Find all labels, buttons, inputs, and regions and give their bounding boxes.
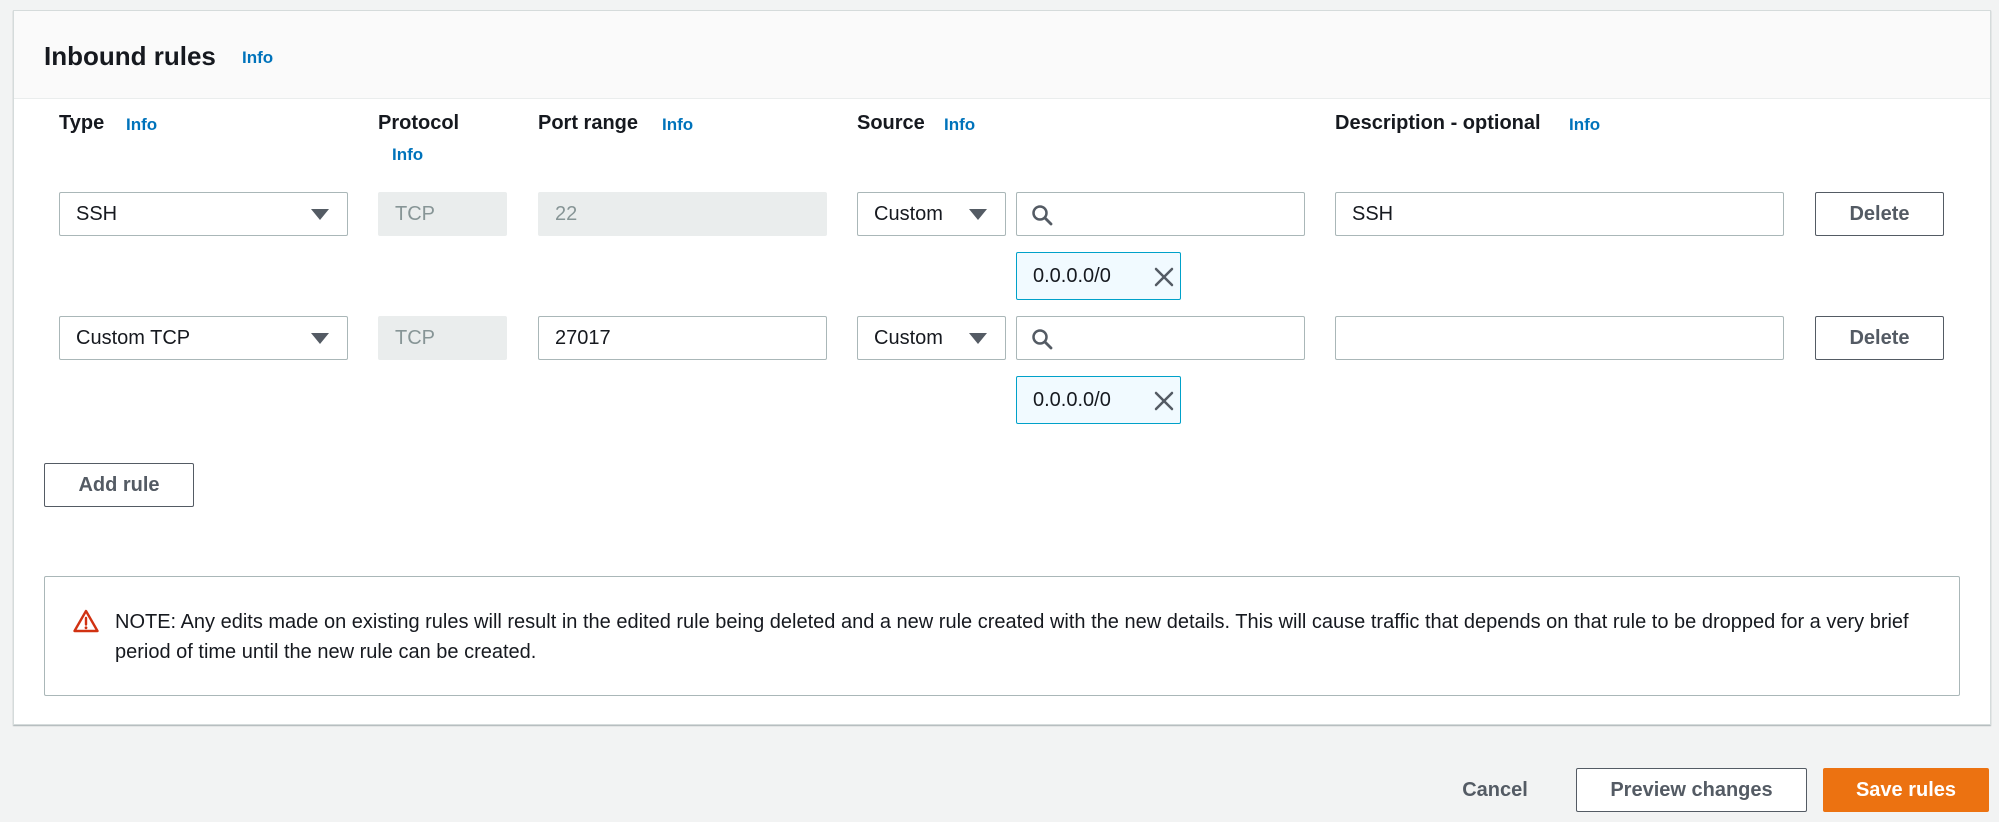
port-range-input: 22 (538, 192, 827, 236)
warning-icon (73, 609, 99, 633)
cancel-button[interactable]: Cancel (1440, 768, 1550, 812)
cidr-token: 0.0.0.0/0 (1016, 252, 1181, 300)
description-info-link[interactable]: Info (1569, 115, 1600, 135)
panel-header: Inbound rules Info (14, 11, 1990, 99)
description-column-header: Description - optional (1335, 112, 1541, 134)
type-column-header: Type (59, 112, 105, 134)
save-rules-button[interactable]: Save rules (1823, 768, 1989, 812)
search-icon (1032, 329, 1053, 350)
port-range-value: 22 (555, 202, 578, 225)
description-input[interactable] (1335, 316, 1784, 360)
source-column-header: Source (857, 112, 925, 134)
cidr-token: 0.0.0.0/0 (1016, 376, 1181, 424)
search-icon (1032, 205, 1053, 226)
close-icon[interactable] (1152, 389, 1176, 413)
description-value: SSH (1352, 202, 1394, 225)
port-range-info-link[interactable]: Info (662, 115, 693, 135)
panel-info-link[interactable]: Info (242, 48, 273, 68)
panel-title: Inbound rules (44, 41, 216, 71)
caret-down-icon (311, 333, 329, 344)
caret-down-icon (969, 209, 987, 220)
protocol-field: TCP (378, 316, 507, 360)
type-select-value: Custom TCP (76, 326, 191, 349)
source-type-value: Custom (874, 326, 943, 349)
source-info-link[interactable]: Info (944, 115, 975, 135)
type-select[interactable]: SSH (59, 192, 348, 236)
protocol-value: TCP (395, 326, 435, 349)
protocol-value: TCP (395, 202, 435, 225)
protocol-field: TCP (378, 192, 507, 236)
port-range-column-header: Port range (538, 112, 639, 134)
type-info-link[interactable]: Info (126, 115, 157, 135)
source-search-input[interactable] (1016, 192, 1305, 236)
cidr-value: 0.0.0.0/0 (1033, 264, 1111, 287)
port-range-input[interactable]: 27017 (538, 316, 827, 360)
type-select[interactable]: Custom TCP (59, 316, 348, 360)
source-type-select[interactable]: Custom (857, 192, 1006, 236)
source-type-select[interactable]: Custom (857, 316, 1006, 360)
description-input[interactable]: SSH (1335, 192, 1784, 236)
source-search-input[interactable] (1016, 316, 1305, 360)
port-range-value: 27017 (555, 326, 611, 349)
protocol-column-header: Protocol (378, 112, 460, 134)
caret-down-icon (311, 209, 329, 220)
protocol-info-link[interactable]: Info (392, 145, 423, 165)
caret-down-icon (969, 333, 987, 344)
inbound-rules-panel: Inbound rules Info Type Info Protocol In… (13, 10, 1991, 725)
cidr-value: 0.0.0.0/0 (1033, 388, 1111, 411)
delete-rule-button[interactable]: Delete (1815, 316, 1944, 360)
add-rule-button[interactable]: Add rule (44, 463, 194, 507)
type-select-value: SSH (76, 202, 118, 225)
source-type-value: Custom (874, 202, 943, 225)
delete-rule-button[interactable]: Delete (1815, 192, 1944, 236)
note-text: NOTE: Any edits made on existing rules w… (115, 611, 1909, 663)
preview-changes-button[interactable]: Preview changes (1576, 768, 1807, 812)
warning-note: NOTE: Any edits made on existing rules w… (44, 576, 1960, 696)
close-icon[interactable] (1152, 265, 1176, 289)
